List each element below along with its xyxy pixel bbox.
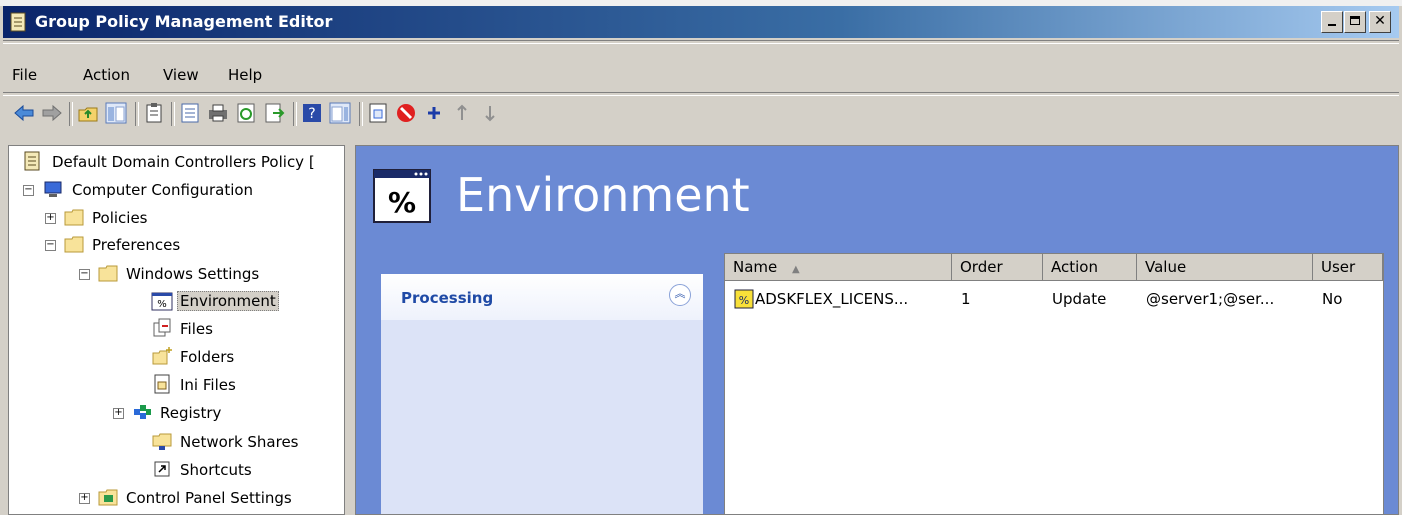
menubar-separator-top: [3, 40, 1399, 44]
maximize-icon: [1350, 16, 1360, 25]
environment-variable-icon: %: [734, 289, 754, 309]
registry-icon: [134, 405, 151, 419]
folder-icon: [64, 236, 84, 253]
move-up-icon[interactable]: [451, 102, 473, 124]
menu-action[interactable]: Action: [83, 66, 130, 84]
items-list: Name ▲ Order Action Value User % ADSKFLE…: [724, 253, 1384, 514]
column-header-action[interactable]: Action: [1043, 254, 1137, 281]
back-arrow-icon[interactable]: [13, 102, 35, 124]
tree-label-shortcuts: Shortcuts: [180, 461, 252, 479]
show-hide-tree-icon[interactable]: [105, 102, 127, 124]
help-icon[interactable]: ?: [301, 102, 323, 124]
cell-user: No: [1322, 290, 1343, 308]
cell-name: ADSKFLEX_LICENS...: [755, 290, 909, 308]
folder-icon: [98, 265, 118, 282]
title-bar[interactable]: Group Policy Management Editor ✕: [3, 6, 1399, 38]
column-header-value[interactable]: Value: [1137, 254, 1313, 281]
cell-value: @server1;@ser...: [1146, 290, 1275, 308]
tree-label-ini-files: Ini Files: [180, 376, 236, 394]
console-tree: Default Domain Controllers Policy [ − Co…: [8, 145, 345, 515]
tree-label-computer-configuration: Computer Configuration: [72, 181, 254, 199]
toolbar: ?: [3, 94, 1399, 134]
forward-arrow-icon[interactable]: [41, 102, 63, 124]
expand-icon[interactable]: +: [113, 408, 124, 419]
svg-text:%: %: [739, 294, 749, 307]
svg-text:%: %: [157, 299, 167, 310]
policy-document-icon: [24, 151, 40, 171]
close-button[interactable]: ✕: [1369, 11, 1391, 33]
collapse-icon[interactable]: −: [45, 240, 56, 251]
collapse-chevron-icon[interactable]: ︽: [669, 284, 691, 306]
up-folder-icon[interactable]: [77, 102, 99, 124]
toolbar-separator: [171, 102, 175, 126]
tree-label-control-panel-settings: Control Panel Settings: [126, 489, 292, 507]
close-icon: ✕: [1374, 13, 1386, 29]
print-icon[interactable]: [207, 102, 229, 124]
tree-label-preferences: Preferences: [92, 236, 181, 254]
svg-text:?: ?: [308, 106, 315, 122]
svg-text:%: %: [388, 186, 416, 219]
tree-label-network-shares: Network Shares: [180, 433, 299, 451]
folders-icon: [152, 347, 172, 365]
collapse-icon[interactable]: −: [23, 185, 34, 196]
cell-order: 1: [961, 290, 971, 308]
clipboard-icon[interactable]: [143, 102, 165, 124]
toolbar-separator: [69, 102, 73, 126]
collapse-icon[interactable]: −: [79, 269, 90, 280]
maximize-button[interactable]: [1344, 11, 1366, 33]
expand-icon[interactable]: +: [45, 213, 56, 224]
new-item-icon[interactable]: [367, 102, 389, 124]
column-header-order[interactable]: Order: [952, 254, 1043, 281]
control-panel-folder-icon: [98, 489, 118, 506]
environment-large-icon: %: [372, 166, 432, 226]
processing-panel: Processing ︽: [381, 274, 703, 514]
column-header-name-label: Name: [733, 258, 778, 276]
policy-editor-icon: [10, 12, 26, 32]
properties-icon[interactable]: [179, 102, 201, 124]
sort-ascending-icon: ▲: [792, 264, 800, 275]
cell-action: Update: [1052, 290, 1107, 308]
pane-splitter[interactable]: [345, 145, 355, 515]
ini-file-icon: [154, 374, 170, 394]
move-down-icon[interactable]: [479, 102, 501, 124]
tree-label-folders: Folders: [180, 348, 235, 366]
column-header-name[interactable]: Name ▲: [725, 254, 952, 281]
menu-help[interactable]: Help: [228, 66, 262, 84]
folder-icon: [64, 209, 84, 226]
expand-icon[interactable]: +: [79, 493, 90, 504]
environment-icon: %: [151, 292, 173, 311]
column-header-user[interactable]: User: [1313, 254, 1383, 281]
files-icon: [153, 318, 171, 337]
tree-label-files: Files: [180, 320, 213, 338]
menu-bar: File Action View Help: [3, 60, 1399, 90]
minimize-icon: [1328, 24, 1336, 26]
tree-label-windows-settings: Windows Settings: [126, 265, 260, 283]
toolbar-separator: [135, 102, 139, 126]
window-title: Group Policy Management Editor: [35, 12, 333, 31]
network-share-icon: [152, 433, 172, 450]
menu-view[interactable]: View: [163, 66, 199, 84]
toolbar-separator: [359, 102, 363, 126]
refresh-icon[interactable]: [235, 102, 257, 124]
menu-file[interactable]: File: [12, 66, 37, 84]
computer-icon: [44, 181, 62, 197]
tree-label-policies: Policies: [92, 209, 148, 227]
stop-icon[interactable]: [395, 102, 417, 124]
tree-label-registry: Registry: [160, 404, 222, 422]
processing-header[interactable]: Processing ︽: [381, 274, 703, 320]
shortcut-icon: [154, 461, 170, 477]
page-title: Environment: [456, 168, 750, 222]
show-action-pane-icon[interactable]: [329, 102, 351, 124]
details-pane: % Environment Processing ︽ Name ▲ Order …: [355, 145, 1399, 515]
minimize-button[interactable]: [1321, 11, 1343, 33]
add-icon[interactable]: [423, 102, 445, 124]
tree-label-root: Default Domain Controllers Policy [: [52, 153, 315, 171]
processing-label: Processing: [401, 289, 494, 307]
toolbar-separator: [293, 102, 297, 126]
tree-label-environment: Environment: [177, 291, 279, 311]
export-list-icon[interactable]: [263, 102, 285, 124]
